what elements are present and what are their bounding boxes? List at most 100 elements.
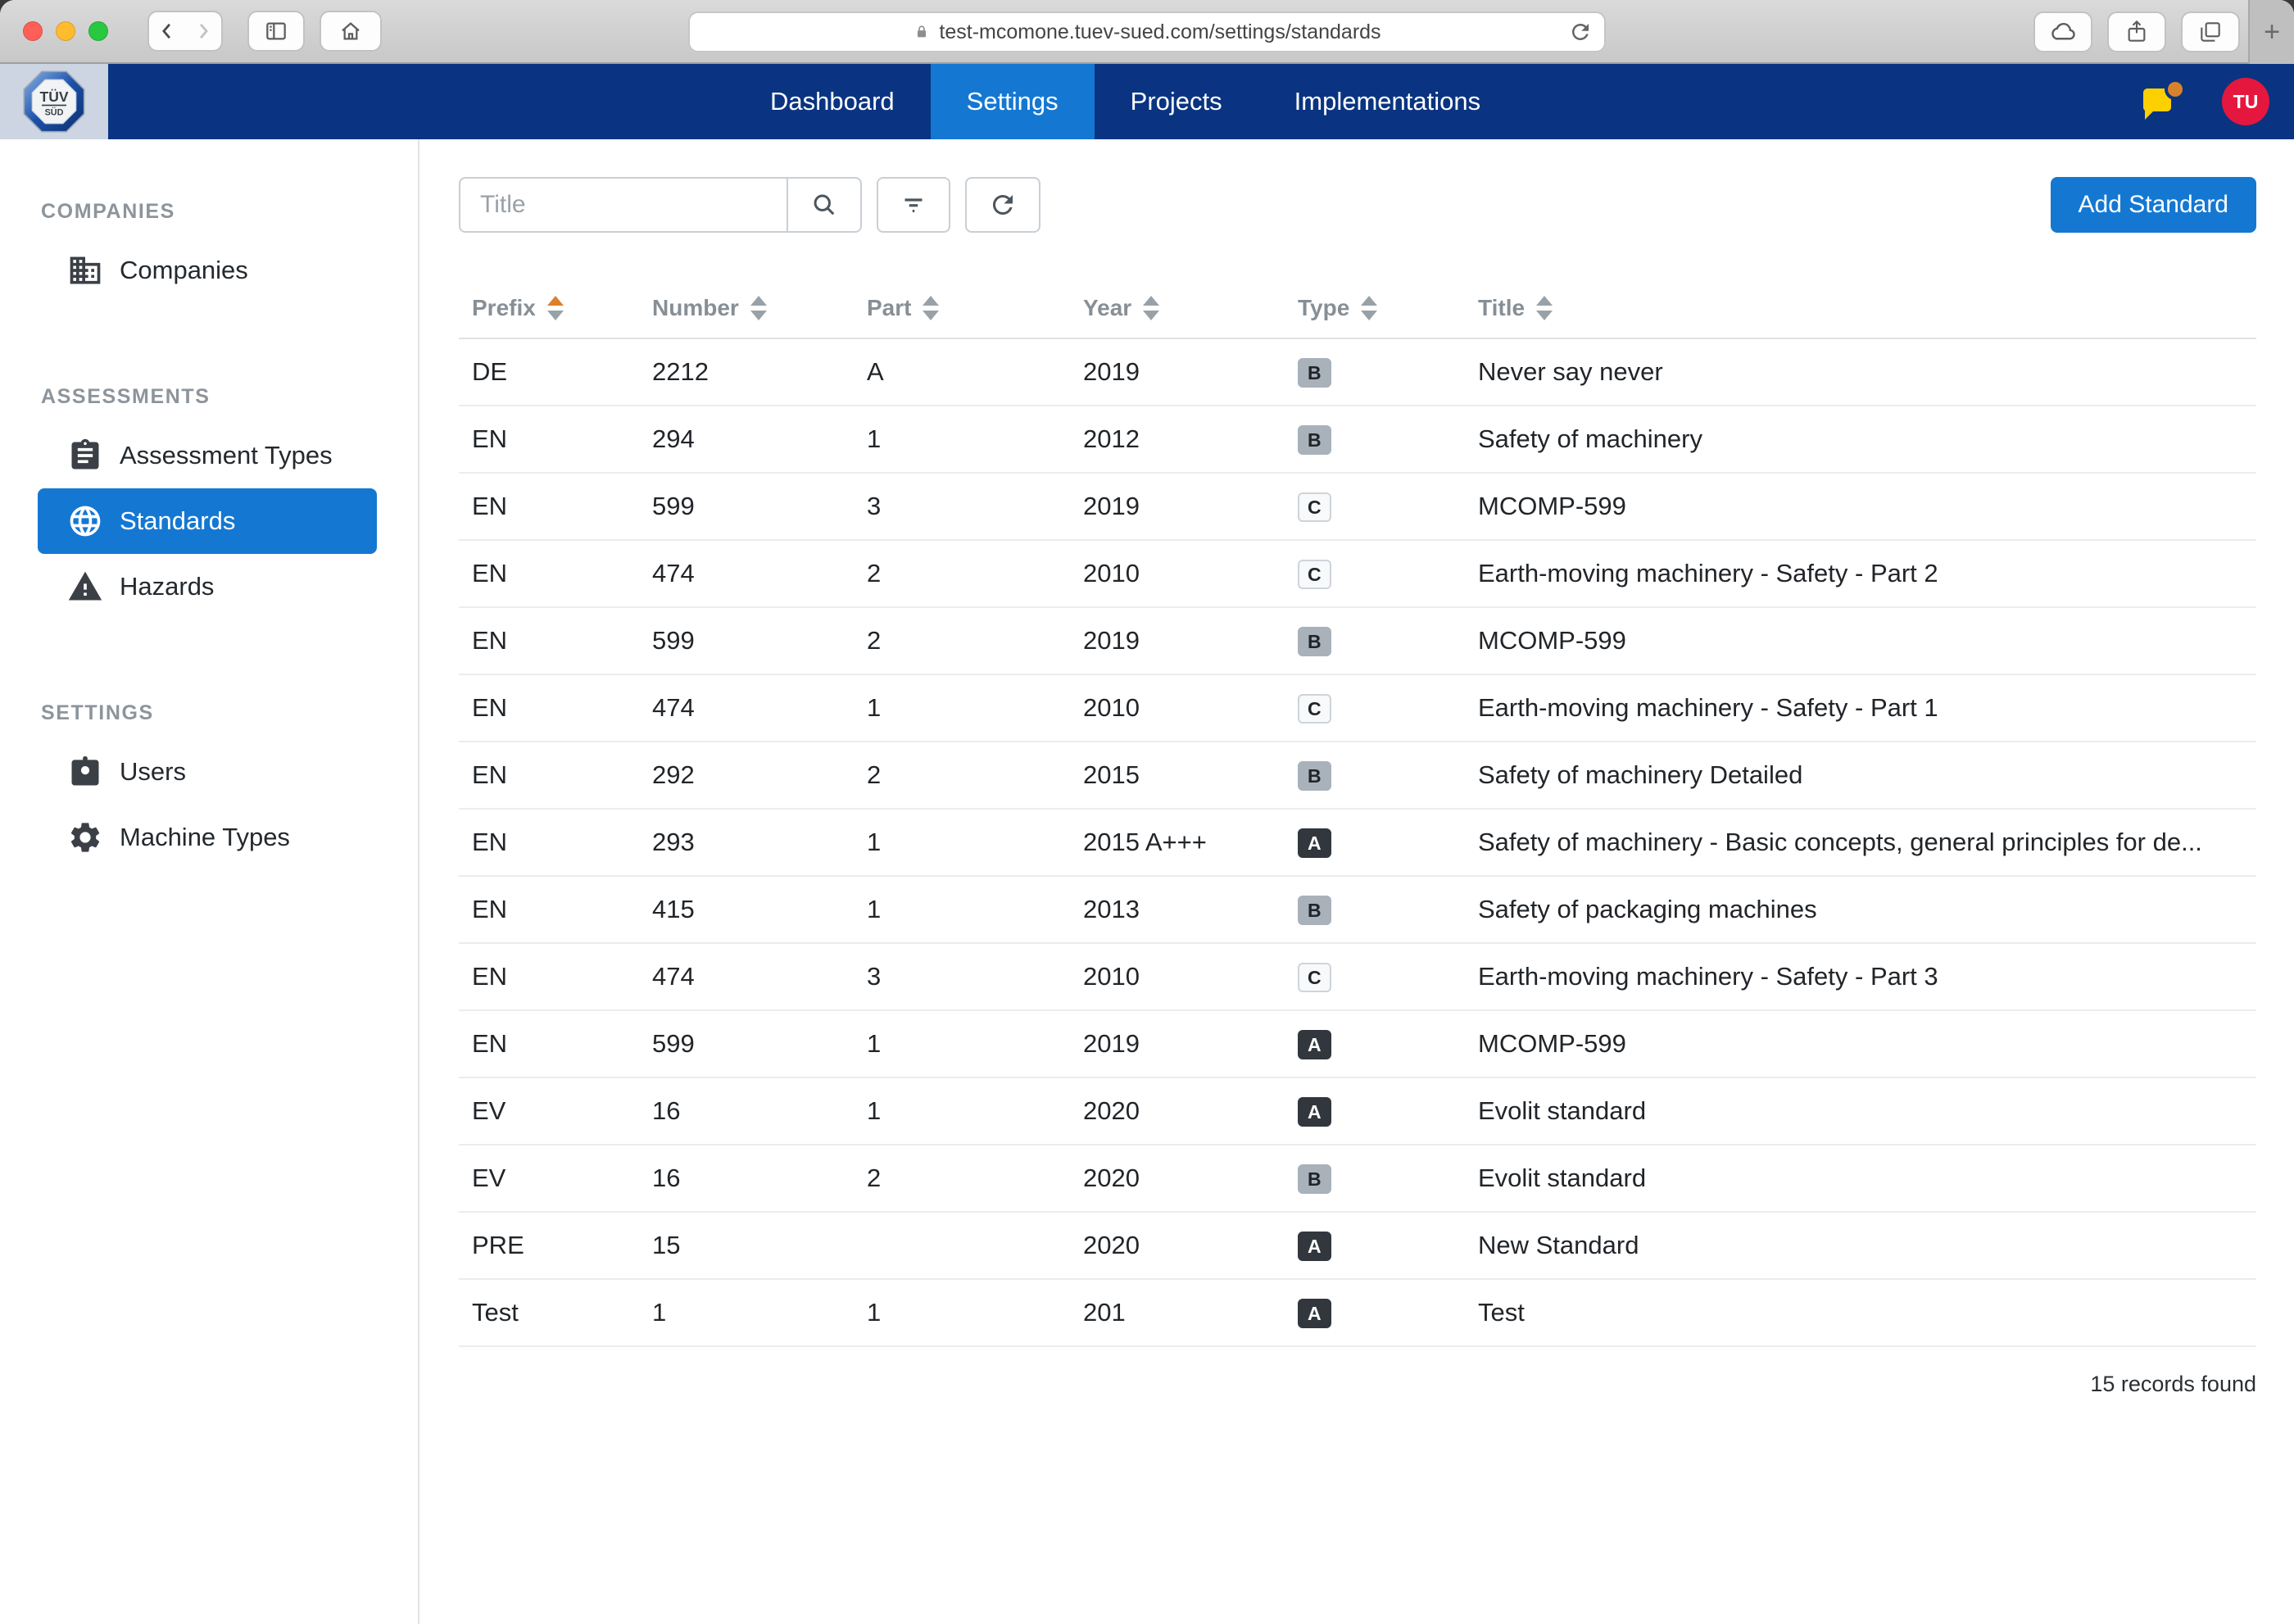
browser-window: test-mcomone.tuev-sued.com/settings/stan… [0,0,2294,1624]
standard-row[interactable]: EN47412010CEarth-moving machinery - Safe… [459,675,2256,742]
sidebar-item-machine-types[interactable]: Machine Types [38,805,377,870]
tab-overview-button[interactable] [2181,11,2240,52]
cell-type: B [1298,625,1478,656]
sort-arrows-icon [1536,296,1553,320]
records-count: 15 records found [459,1372,2256,1397]
standard-row[interactable]: EN47432010CEarth-moving machinery - Safe… [459,944,2256,1011]
cell-type: C [1298,961,1478,992]
filter-button[interactable] [877,177,950,233]
cell-year: 2020 [1083,1231,1298,1260]
cell-number: 293 [652,828,867,857]
cell-part: 1 [867,693,1083,723]
filter-icon [899,190,928,220]
cell-title: MCOMP-599 [1478,492,2256,521]
column-header-number[interactable]: Number [652,295,867,321]
cell-type: A [1298,1230,1478,1261]
nav-tab-dashboard[interactable]: Dashboard [734,64,931,139]
cell-number: 15 [652,1231,867,1260]
minimize-window-button[interactable] [56,21,75,41]
sidebar-section-title: ASSESSMENTS [41,380,418,413]
standard-row[interactable]: EN59932019CMCOMP-599 [459,474,2256,541]
cell-year: 201 [1083,1298,1298,1327]
sidebar-toggle-button[interactable] [247,11,305,52]
sidebar-item-label: Users [120,757,186,787]
cell-title: Never say never [1478,357,2256,387]
type-badge: C [1298,492,1331,522]
nav-tab-implementations[interactable]: Implementations [1258,64,1516,139]
building-icon [67,252,103,288]
standard-row[interactable]: EN59922019BMCOMP-599 [459,608,2256,675]
cell-title: Safety of machinery [1478,424,2256,454]
lock-icon [913,21,931,43]
standard-row[interactable]: EN47422010CEarth-moving machinery - Safe… [459,541,2256,608]
cell-part: 1 [867,1096,1083,1126]
sidebar-section-assessments: ASSESSMENTS Assessment TypesStandards Haza… [0,380,418,619]
close-window-button[interactable] [23,21,43,41]
type-badge: A [1298,1232,1331,1261]
type-badge: C [1298,560,1331,589]
nav-tab-projects[interactable]: Projects [1095,64,1258,139]
fullscreen-window-button[interactable] [88,21,108,41]
standard-row[interactable]: Test11201ATest [459,1280,2256,1347]
sidebar-item-standards[interactable]: Standards [38,488,377,554]
gear-icon [67,819,103,855]
sidebar-item-hazards[interactable]: Hazards [38,554,377,619]
cell-number: 16 [652,1164,867,1193]
standard-row[interactable]: EN29222015BSafety of machinery Detailed [459,742,2256,810]
cell-type: B [1298,424,1478,455]
standard-row[interactable]: EN41512013BSafety of packaging machines [459,877,2256,944]
cell-prefix: PRE [472,1231,652,1260]
standard-row[interactable]: EV1612020AEvolit standard [459,1078,2256,1145]
cell-type: B [1298,356,1478,388]
cell-part: 2 [867,1164,1083,1193]
cell-year: 2010 [1083,962,1298,991]
sidebar-item-label: Hazards [120,572,214,601]
refresh-button[interactable] [965,177,1040,233]
standard-row[interactable]: EN29412012BSafety of machinery [459,406,2256,474]
standard-row[interactable]: DE2212A2019BNever say never [459,339,2256,406]
title-search-input[interactable] [459,177,788,233]
sidebar-item-companies[interactable]: Companies [38,238,377,303]
cell-part: A [867,357,1083,387]
standard-row[interactable]: EN59912019AMCOMP-599 [459,1011,2256,1078]
reload-icon [1568,20,1593,44]
reload-button[interactable] [1568,20,1593,50]
column-header-type[interactable]: Type [1298,295,1478,321]
sidebar-item-assessment-types[interactable]: Assessment Types [38,423,377,488]
column-header-title[interactable]: Title [1478,295,2256,321]
cell-number: 474 [652,559,867,588]
icloud-tabs-button[interactable] [2033,11,2092,52]
address-bar[interactable]: test-mcomone.tuev-sued.com/settings/stan… [688,11,1606,52]
svg-text:TÜV: TÜV [40,88,69,105]
standard-row[interactable]: PRE152020ANew Standard [459,1213,2256,1280]
globe-icon [67,503,103,539]
home-button[interactable] [320,11,382,52]
brand-logo[interactable]: TÜV SÜD [0,64,108,139]
column-header-part[interactable]: Part [867,295,1083,321]
add-standard-button[interactable]: Add Standard [2051,177,2256,233]
cell-prefix: EN [472,693,652,723]
warning-icon [67,569,103,605]
cell-year: 2015 [1083,760,1298,790]
share-button[interactable] [2107,11,2166,52]
standard-row[interactable]: EV1622020BEvolit standard [459,1145,2256,1213]
standard-row[interactable]: EN29312015 A+++ASafety of machinery - Ba… [459,810,2256,877]
cell-year: 2019 [1083,1029,1298,1059]
feedback-button[interactable] [2143,82,2183,121]
new-tab-button[interactable]: + [2248,0,2294,64]
nav-tab-settings[interactable]: Settings [931,64,1095,139]
back-button[interactable] [149,20,185,43]
search-button[interactable] [788,177,862,233]
type-badge: A [1298,1097,1331,1127]
cell-year: 2020 [1083,1164,1298,1193]
type-badge: B [1298,896,1331,925]
sidebar-section-title: SETTINGS [41,696,418,729]
plus-icon: + [2264,16,2280,48]
column-header-year[interactable]: Year [1083,295,1298,321]
forward-button[interactable] [185,20,221,43]
column-header-prefix[interactable]: Prefix [472,295,652,321]
cell-prefix: EV [472,1096,652,1126]
user-avatar[interactable]: TU [2222,78,2269,125]
type-badge: B [1298,761,1331,791]
sidebar-item-users[interactable]: Users [38,739,377,805]
